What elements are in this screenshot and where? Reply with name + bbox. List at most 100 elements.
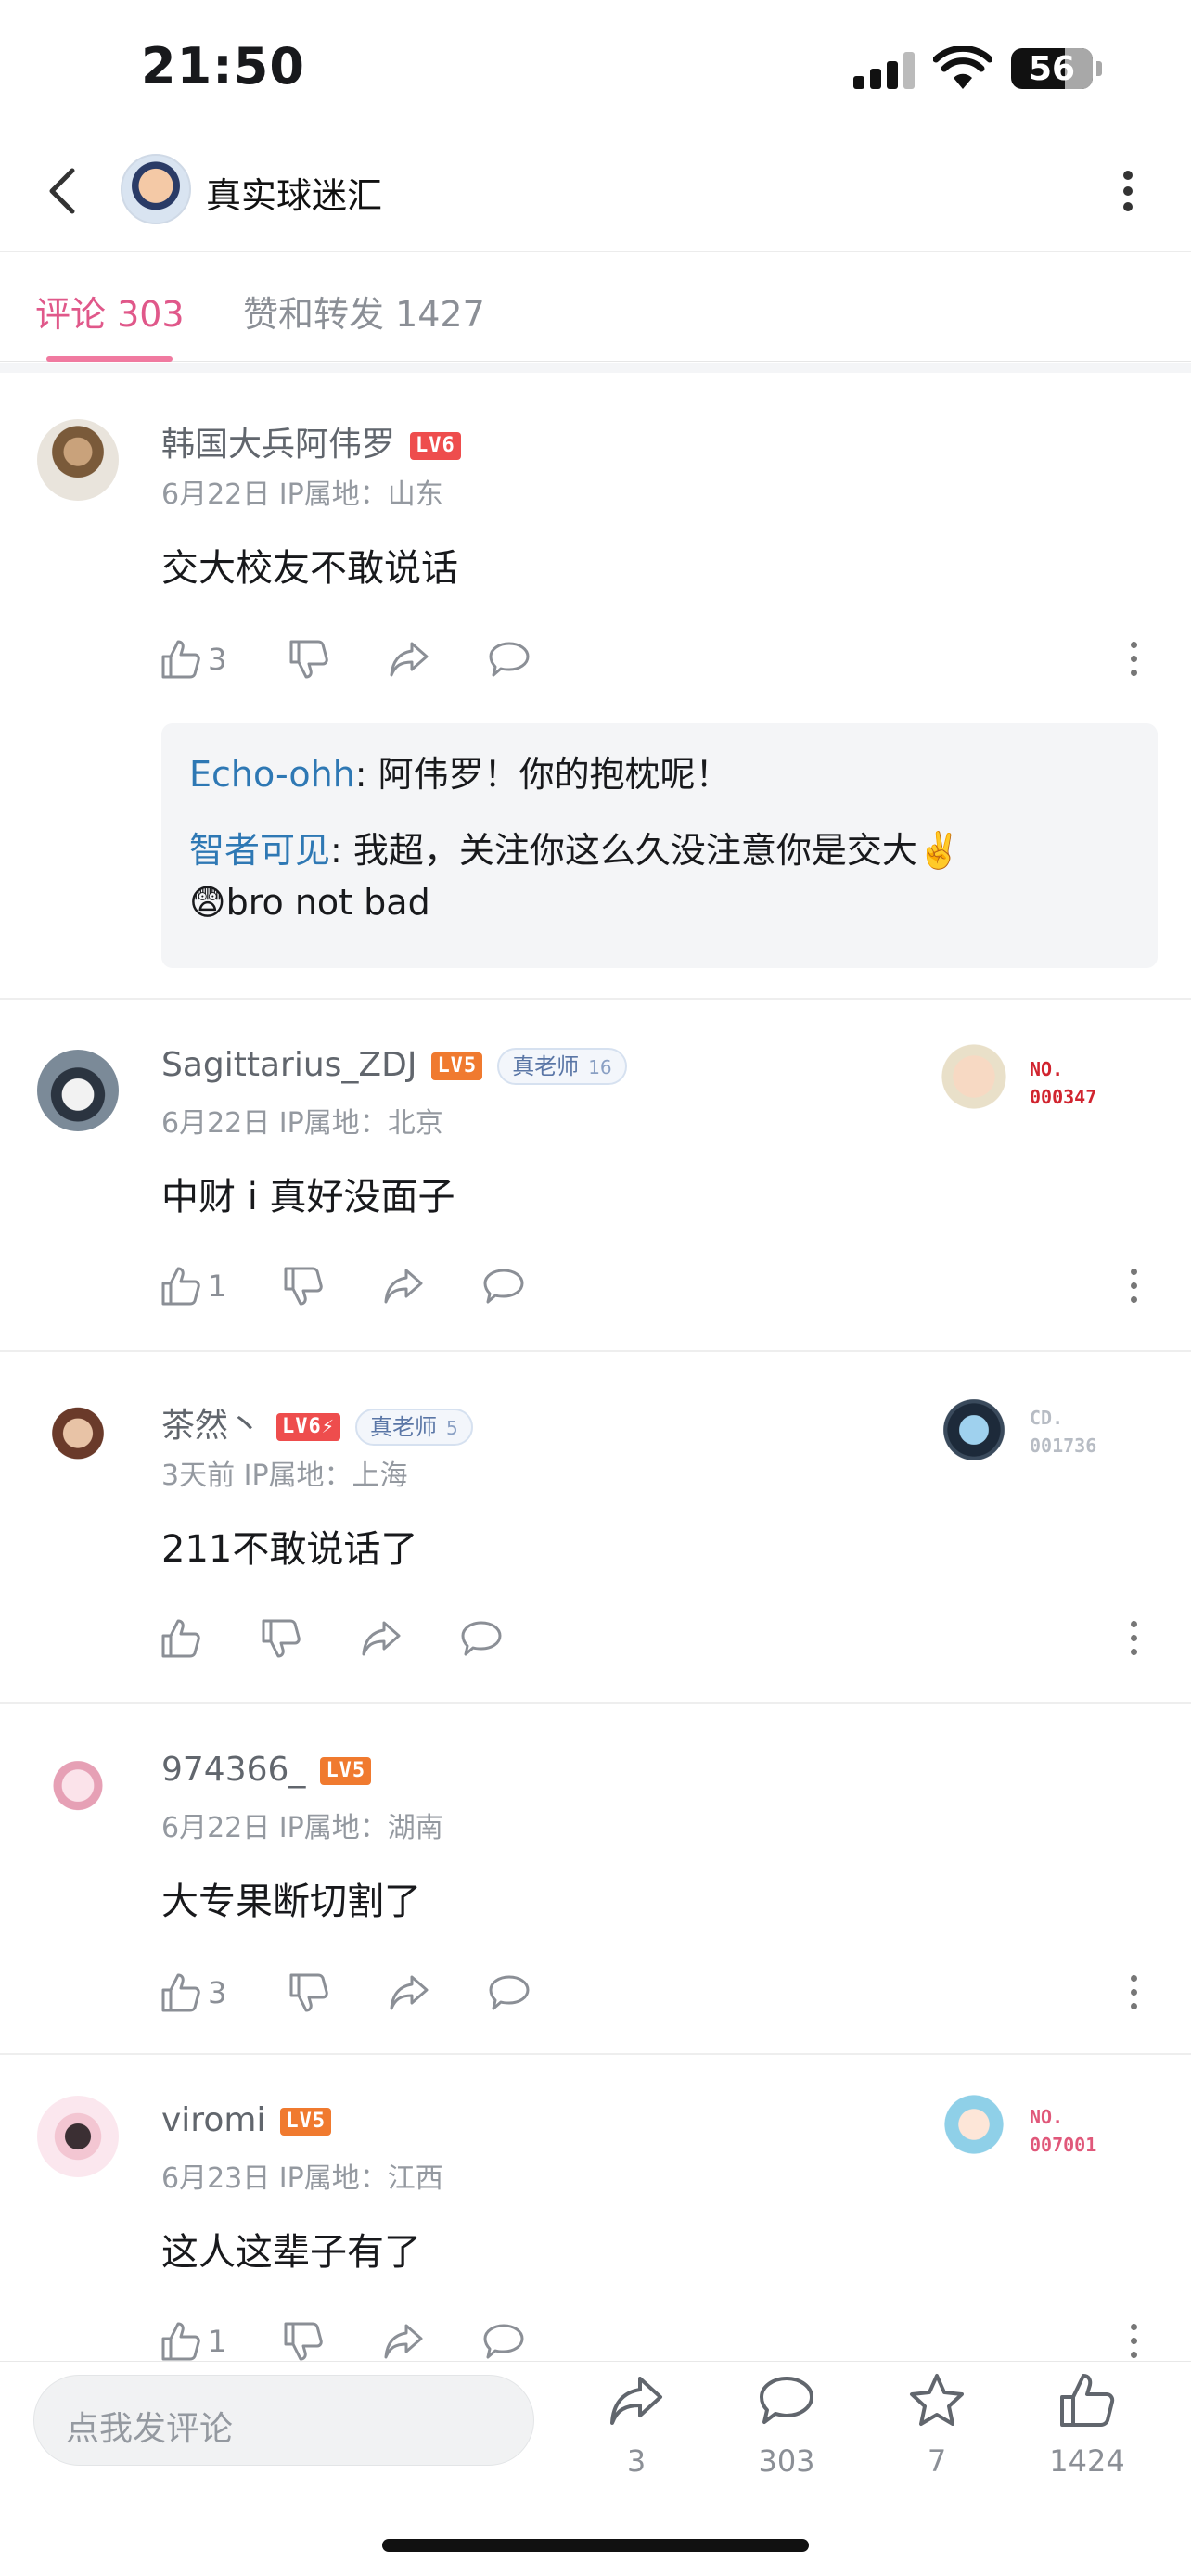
level-badge: LV6⚡ — [276, 1413, 340, 1441]
avatar[interactable] — [37, 1050, 119, 1131]
reply-icon — [489, 642, 530, 677]
battery-nub — [1096, 61, 1102, 76]
fan-card-prefix: CD. — [1030, 1407, 1064, 1429]
tab-comments[interactable]: 评论 303 — [35, 286, 185, 337]
reply-icon — [489, 1975, 530, 2010]
home-indicator — [382, 2539, 809, 2552]
dislike-button[interactable] — [282, 1263, 325, 1309]
author-name[interactable]: 韩国大兵阿伟罗 — [161, 426, 395, 464]
fan-card-serial: 000347 — [1030, 1086, 1097, 1108]
favorite-action[interactable]: 7 — [881, 2371, 992, 2479]
page-title[interactable]: 真实球迷汇 — [206, 167, 382, 218]
like-button[interactable]: 3 — [160, 636, 226, 682]
reply-button[interactable] — [488, 1970, 531, 2016]
dislike-button[interactable] — [288, 1970, 330, 2016]
comment-count: 303 — [758, 2443, 815, 2479]
fan-card[interactable]: CD. 001736 — [928, 1384, 1141, 1486]
comment-author[interactable]: 茶然丶 LV6⚡ 真老师 5 — [161, 1398, 473, 1447]
reply-author[interactable]: Echo-ohh — [189, 754, 355, 795]
like-action[interactable]: 1424 — [1031, 2371, 1143, 2479]
comment-item: 韩国大兵阿伟罗 LV6 6月22日 IP属地：山东 交大校友不敢说话 3 Echo… — [0, 373, 1191, 1000]
share-button[interactable] — [360, 1615, 403, 1662]
tab-likes-reposts[interactable]: 赞和转发 1427 — [243, 286, 485, 337]
reply-line: 智者可见: 我超，关注你这么久没注意你是交大✌️ — [189, 823, 961, 877]
comment-meta: 3天前 IP属地：上海 — [161, 1460, 408, 1492]
share-button[interactable] — [382, 2318, 425, 2365]
fan-card-image — [928, 1384, 1020, 1476]
reply-button[interactable] — [488, 636, 531, 682]
author-name[interactable]: 茶然丶 — [161, 1407, 262, 1445]
wifi-icon — [933, 46, 992, 89]
reply-icon — [760, 2377, 813, 2424]
comment-action[interactable]: 303 — [731, 2371, 842, 2479]
share-action[interactable]: 3 — [581, 2371, 692, 2479]
reply-author[interactable]: 智者可见 — [189, 830, 330, 871]
share-button[interactable] — [382, 1263, 425, 1309]
comment-item: viromi LV5 6月23日 IP属地：江西 这人这辈子有了 NO. 00700… — [0, 2057, 1191, 2363]
fan-card[interactable]: NO. 000347 — [928, 1035, 1141, 1137]
comment-input-placeholder: 点我发评论 — [66, 2410, 234, 2448]
status-time: 21:50 — [141, 37, 305, 96]
fan-card[interactable]: NO. 007001 — [928, 2083, 1141, 2185]
avatar[interactable] — [37, 419, 119, 501]
fan-card-serial: 001736 — [1030, 1435, 1097, 1457]
author-name[interactable]: 974366_ — [161, 1751, 305, 1789]
comment-author[interactable]: Sagittarius_ZDJ LV5 真老师 16 — [161, 1046, 627, 1085]
dislike-button[interactable] — [260, 1615, 302, 1662]
reply-preview[interactable]: Echo-ohh: 阿伟罗！你的抱枕呢！ 智者可见: 我超，关注你这么久没注意你… — [161, 723, 1158, 968]
comment-meta: 6月22日 IP属地：北京 — [161, 1107, 443, 1140]
reply-button[interactable] — [482, 2318, 525, 2365]
reply-icon — [461, 1621, 502, 1656]
thumb-down-icon — [284, 2322, 323, 2361]
battery-level: 56 — [1028, 50, 1076, 88]
reply-button[interactable] — [460, 1615, 503, 1662]
comment-more-icon[interactable] — [1128, 1970, 1139, 2016]
level-badge: LV5 — [431, 1052, 483, 1080]
fan-card-prefix: NO. — [1030, 1058, 1064, 1080]
comment-item: 974366_ LV5 6月22日 IP属地：湖南 大专果断切割了 3 — [0, 1706, 1191, 2055]
fan-card-image — [928, 1035, 1020, 1128]
share-button[interactable] — [388, 636, 430, 682]
star-icon — [910, 2374, 964, 2426]
more-icon[interactable] — [1109, 161, 1146, 221]
share-button[interactable] — [388, 1970, 430, 2016]
like-button[interactable]: 1 — [160, 2318, 226, 2365]
teacher-badge-num: 16 — [588, 1056, 612, 1078]
avatar[interactable] — [37, 1749, 119, 1830]
tab-bar: 评论 303 赞和转发 1427 — [0, 252, 1191, 362]
favorite-count: 7 — [927, 2443, 947, 2479]
dislike-button[interactable] — [282, 2318, 325, 2365]
thumb-down-icon — [262, 1619, 301, 1658]
avatar[interactable] — [37, 2096, 119, 2177]
channel-avatar[interactable] — [121, 154, 191, 224]
comment-author[interactable]: viromi LV5 — [161, 2101, 332, 2139]
back-icon[interactable] — [37, 161, 93, 221]
reply-button[interactable] — [482, 1263, 525, 1309]
like-count-total: 1424 — [1049, 2443, 1125, 2479]
comment-more-icon[interactable] — [1128, 1615, 1139, 1662]
thumb-up-icon — [161, 1267, 200, 1306]
comment-more-icon[interactable] — [1128, 2318, 1139, 2365]
like-button[interactable] — [160, 1615, 202, 1662]
avatar[interactable] — [37, 1396, 119, 1478]
thumb-down-icon — [284, 1267, 323, 1306]
like-button[interactable]: 3 — [160, 1970, 226, 2016]
fan-card-number: NO. 007001 — [1030, 2103, 1096, 2159]
fan-card-image — [928, 2083, 1020, 2175]
like-button[interactable]: 1 — [160, 1263, 226, 1309]
share-icon — [390, 642, 429, 677]
share-icon — [384, 1269, 423, 1304]
comment-author[interactable]: 韩国大兵阿伟罗 LV6 — [161, 417, 461, 465]
thumb-up-icon — [161, 640, 200, 679]
author-name[interactable]: Sagittarius_ZDJ — [161, 1046, 416, 1084]
comment-input[interactable]: 点我发评论 — [33, 2375, 534, 2466]
comment-more-icon[interactable] — [1128, 636, 1139, 682]
tab-underline — [46, 356, 173, 362]
author-name[interactable]: viromi — [161, 2101, 265, 2139]
comment-more-icon[interactable] — [1128, 1263, 1139, 1309]
like-count: 1 — [208, 1269, 227, 1304]
comment-author[interactable]: 974366_ LV5 — [161, 1751, 372, 1789]
thumb-up-icon — [161, 1619, 200, 1658]
dislike-button[interactable] — [288, 636, 330, 682]
comment-item: 茶然丶 LV6⚡ 真老师 5 3天前 IP属地：上海 211不敢说话了 CD. 0017… — [0, 1354, 1191, 1704]
